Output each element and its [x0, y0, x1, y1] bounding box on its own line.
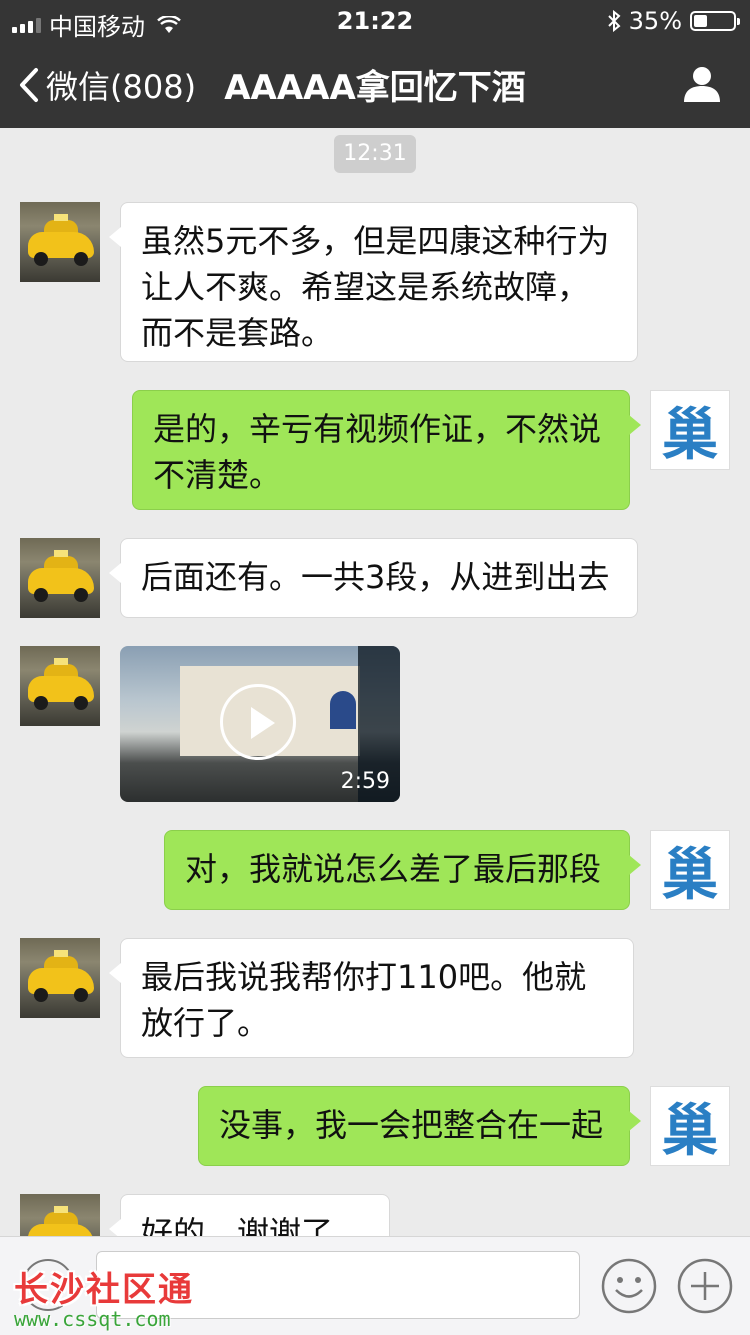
video-duration: 2:59: [340, 769, 390, 794]
bluetooth-icon: [607, 10, 621, 32]
video-message[interactable]: 2:59: [120, 646, 400, 802]
play-icon[interactable]: [220, 684, 296, 760]
battery-icon: [690, 11, 740, 31]
message-bubble-outgoing[interactable]: 没事，我一会把整合在一起: [198, 1086, 641, 1166]
emoji-icon[interactable]: [600, 1257, 658, 1315]
message-bubble-incoming[interactable]: 最后我说我帮你打110吧。他就放行了。: [109, 938, 634, 1058]
self-avatar[interactable]: 巢: [650, 1086, 730, 1166]
plus-icon[interactable]: [676, 1257, 734, 1315]
contact-avatar[interactable]: [20, 538, 100, 618]
contact-avatar[interactable]: [20, 938, 100, 1018]
message-bubble-incoming[interactable]: 虽然5元不多，但是四康这种行为让人不爽。希望这是系统故障，而不是套路。: [109, 202, 638, 362]
profile-icon[interactable]: [682, 64, 722, 104]
nav-bar: 微信(808) AAAAA拿回忆下酒: [0, 40, 750, 128]
message-bubble-outgoing[interactable]: 是的，辛亏有视频作证，不然说不清楚。: [132, 390, 641, 510]
battery-percent: 35%: [628, 7, 682, 35]
self-avatar[interactable]: 巢: [650, 390, 730, 470]
message-bubble-outgoing[interactable]: 对，我就说怎么差了最后那段: [164, 830, 641, 910]
status-bar: 中国移动 21:22 35%: [0, 0, 750, 41]
contact-avatar[interactable]: [20, 202, 100, 282]
battery-fill: [694, 15, 708, 27]
watermark-title: 长沙社区通: [14, 1270, 194, 1310]
chat-title: AAAAA拿回忆下酒: [224, 68, 526, 108]
self-avatar[interactable]: 巢: [650, 830, 730, 910]
watermark: 长沙社区通 www.cssqt.com: [14, 1262, 194, 1331]
watermark-url: www.cssqt.com: [14, 1307, 171, 1331]
contact-avatar[interactable]: [20, 646, 100, 726]
chat-timestamp: 12:31: [334, 135, 416, 173]
message-bubble-incoming[interactable]: 后面还有。一共3段，从进到出去: [109, 538, 638, 618]
